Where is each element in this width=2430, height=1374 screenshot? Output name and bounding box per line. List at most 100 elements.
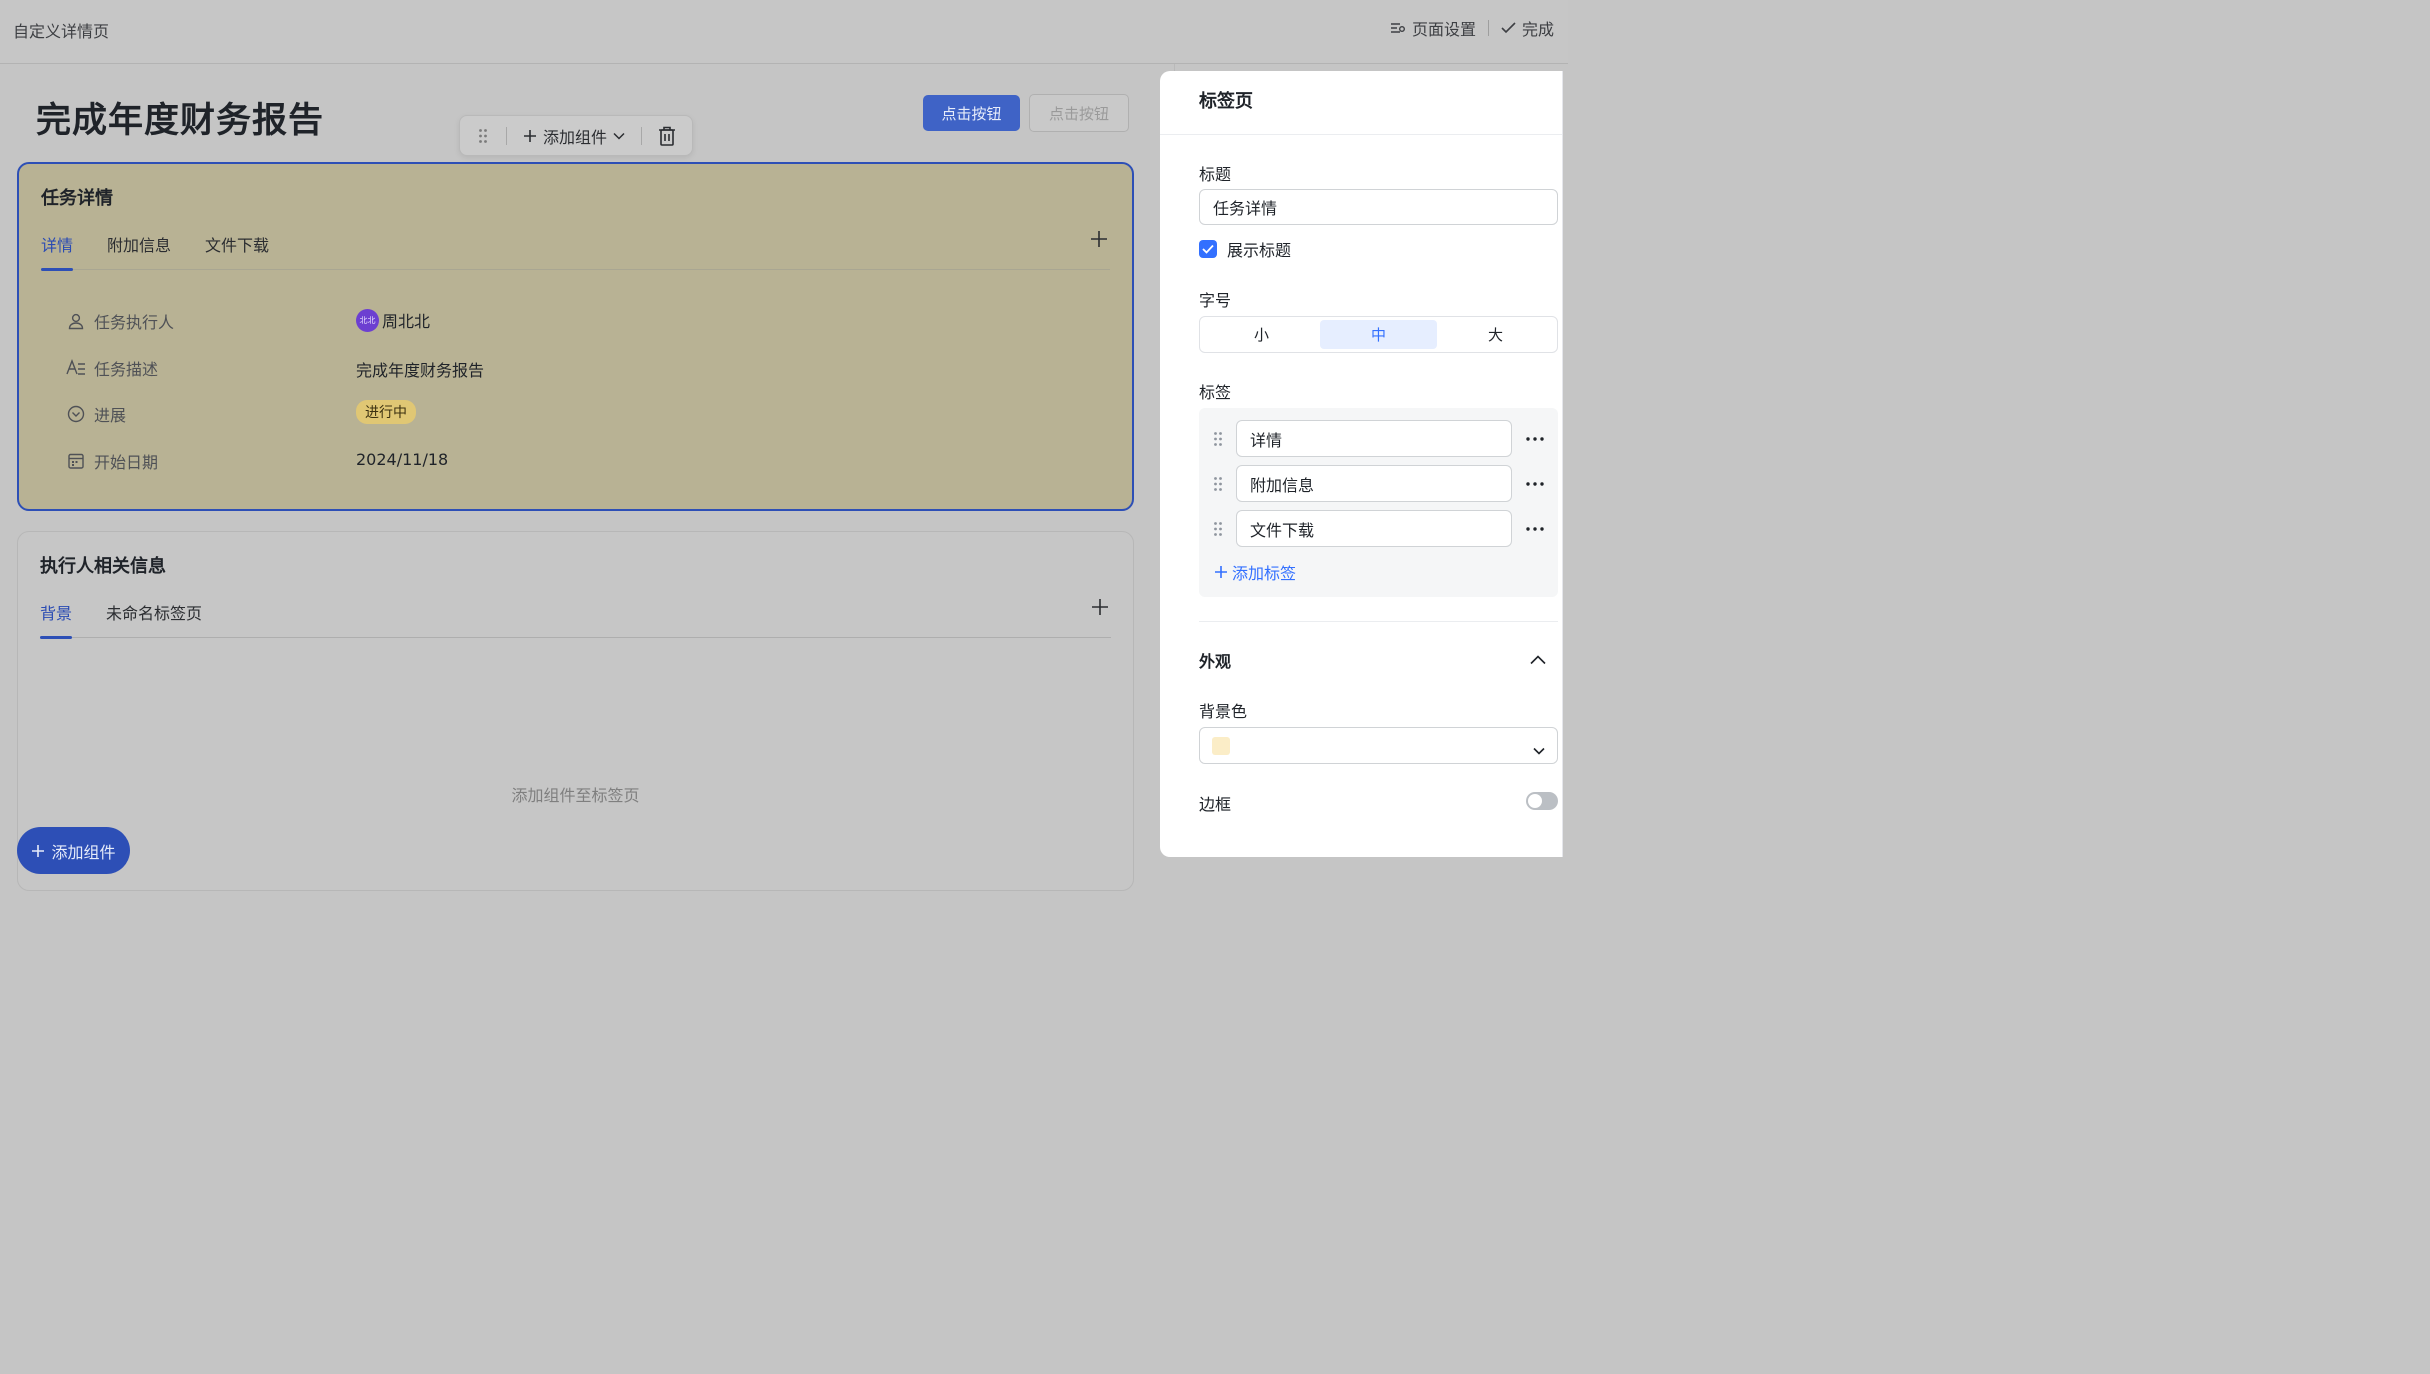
tab-unnamed[interactable]: 未命名标签页 [106,598,202,638]
border-label: 边框 [1199,795,1232,814]
executor-tabs: 背景 未命名标签页 [40,598,1111,639]
disabled-action-button[interactable]: 点击按钮 [1029,94,1129,132]
tag-row: 详情 [1199,420,1558,457]
more-icon[interactable] [1512,526,1558,531]
drag-grip-icon[interactable] [1199,476,1236,492]
panel-header: 标签页 [1160,71,1562,135]
tag-row: 附加信息 [1199,465,1558,502]
field-row-start-date: 开始日期 [66,449,354,473]
page-title: 完成年度财务报告 [36,101,325,141]
plus-icon [1091,231,1107,247]
settings-sliders-icon [1390,23,1405,33]
tab-background[interactable]: 背景 [40,598,73,639]
executor-info-card[interactable]: 执行人相关信息 背景 未命名标签页 添加组件至标签页 [17,531,1134,891]
tab-details[interactable]: 详情 [41,230,74,271]
field-label: 开始日期 [94,453,159,472]
user-icon [66,311,86,331]
font-size-small[interactable]: 小 [1203,320,1320,349]
show-title-checkbox-row[interactable]: 展示标题 [1199,237,1291,261]
properties-panel: 标签页 标题 任务详情 展示标题 字号 小 中 大 标签 详情 附加信息 文件下… [1160,71,1563,857]
canvas-strip [1160,857,1568,887]
plus-icon [32,844,45,857]
section-divider [1199,621,1558,622]
check-icon [1501,22,1516,34]
tab-file-download[interactable]: 文件下载 [205,230,269,270]
field-value-description: 完成年度财务报告 [356,361,485,380]
field-value-assignee: 北北 周北北 [356,308,430,332]
avatar: 北北 [356,308,379,332]
tag-name-input[interactable]: 附加信息 [1236,465,1512,502]
top-actions: 页面设置 完成 [1390,16,1554,40]
chevron-up-icon[interactable] [1530,650,1546,669]
add-component-fab[interactable]: 添加组件 [17,827,130,874]
field-value-progress: 进行中 [356,400,416,424]
component-toolbar: 添加组件 [459,115,693,156]
field-row-assignee: 任务执行人 [66,309,354,333]
title-field-label: 标题 [1199,165,1232,184]
primary-action-button[interactable]: 点击按钮 [923,95,1020,131]
tags-label: 标签 [1199,383,1232,402]
title-input[interactable]: 任务详情 [1199,189,1558,225]
show-title-label: 展示标题 [1227,241,1292,260]
plus-icon [1092,599,1108,615]
toolbar-separator [1487,20,1489,36]
page-settings-label: 页面设置 [1411,20,1476,39]
field-label: 进展 [94,406,127,425]
tag-list: 详情 附加信息 文件下载 添加标签 [1199,408,1558,597]
calendar-icon [66,451,86,471]
done-button[interactable]: 完成 [1501,16,1554,40]
tag-row: 文件下载 [1199,510,1558,547]
tag-name-input[interactable]: 文件下载 [1236,510,1512,547]
empty-tab-hint: 添加组件至标签页 [511,786,640,805]
panel-title: 标签页 [1199,91,1253,112]
delete-component-button[interactable] [642,126,692,146]
field-label: 任务执行人 [94,313,175,332]
show-title-checkbox[interactable] [1199,240,1217,258]
drag-grip-icon[interactable] [1199,431,1236,447]
more-icon[interactable] [1512,436,1558,441]
tab-extra-info[interactable]: 附加信息 [107,230,171,270]
add-tag-label: 添加标签 [1232,564,1297,583]
toggle-knob [1528,794,1542,808]
task-details-card[interactable]: 任务详情 详情 附加信息 文件下载 任务执行人 北北 周北北 任务描述 完成年度… [17,162,1134,511]
trash-icon [659,126,675,146]
add-tab-button[interactable] [1091,598,1109,620]
bg-color-label: 背景色 [1199,702,1248,721]
chevron-down-icon [1533,740,1545,759]
drag-grip-icon[interactable] [1199,521,1236,537]
fab-label: 添加组件 [51,842,116,862]
plus-icon [1215,566,1227,578]
assignee-name: 周北北 [382,312,431,331]
text-format-icon [66,358,86,378]
border-toggle[interactable] [1526,792,1558,810]
add-tab-button[interactable] [1090,230,1108,252]
top-bar: 自定义详情页 页面设置 完成 [0,0,1568,64]
field-value-start-date: 2024/11/18 [356,450,449,469]
bg-color-select[interactable] [1199,727,1558,764]
tag-name-input[interactable]: 详情 [1236,420,1512,457]
card-title: 任务详情 [41,188,113,209]
drag-grip-icon [479,128,487,143]
add-tag-button[interactable]: 添加标签 [1214,560,1296,584]
add-component-dropdown[interactable]: 添加组件 [507,124,641,148]
font-size-medium[interactable]: 中 [1320,320,1437,349]
chevron-down-icon [613,132,625,140]
more-icon[interactable] [1512,481,1558,486]
font-size-large[interactable]: 大 [1437,320,1554,349]
font-size-segmented-control: 小 中 大 [1199,316,1558,353]
check-icon [1202,244,1214,254]
font-size-label: 字号 [1199,291,1232,310]
page-settings-button[interactable]: 页面设置 [1390,16,1476,40]
add-component-label: 添加组件 [542,127,607,147]
page-name: 自定义详情页 [13,22,110,41]
field-row-progress: 进展 [66,402,354,426]
plus-icon [523,129,536,142]
field-row-description: 任务描述 [66,356,354,380]
appearance-section-title: 外观 [1199,652,1232,671]
field-label: 任务描述 [94,360,159,379]
drag-handle[interactable] [460,128,506,144]
progress-circle-icon [66,404,86,424]
card-title: 执行人相关信息 [40,556,166,577]
status-badge: 进行中 [356,400,416,424]
done-label: 完成 [1521,20,1554,39]
